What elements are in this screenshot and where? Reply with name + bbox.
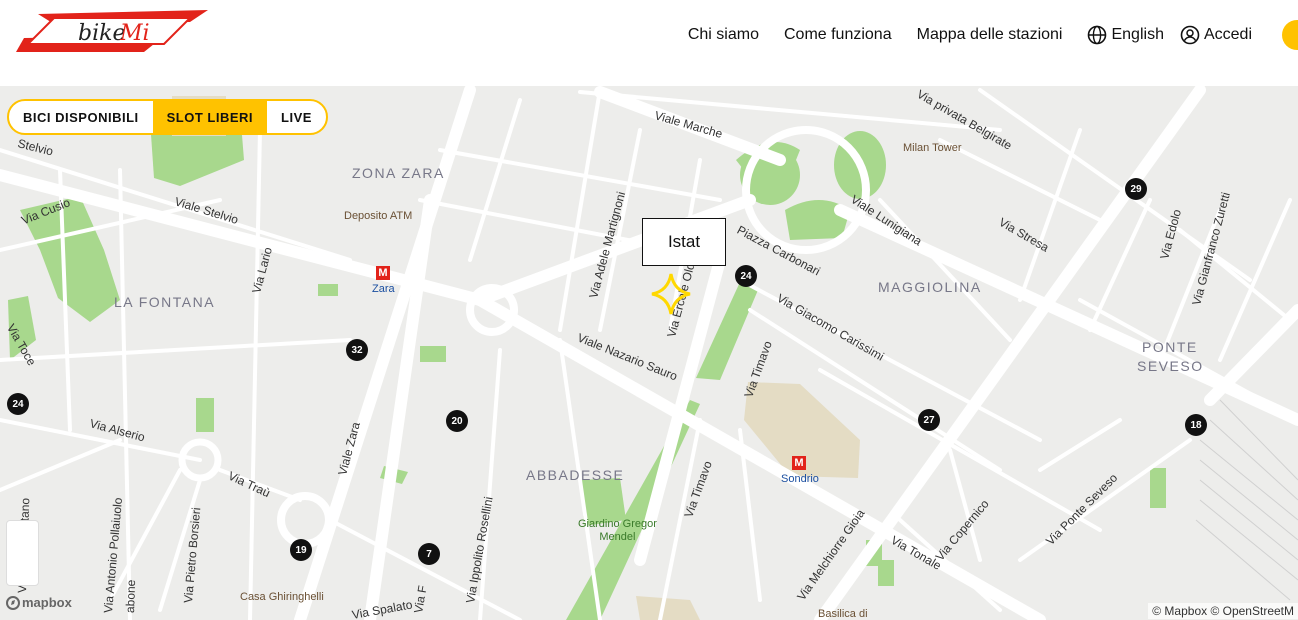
metro-label-zara: Zara (372, 283, 395, 295)
site-header: bike Mi Chi siamo Come funziona Mappa de… (0, 0, 1298, 72)
mapbox-icon (6, 595, 20, 610)
logo-text: bike (78, 21, 125, 46)
metro-label-sondrio: Sondrio (781, 473, 819, 485)
metro-icon: M (376, 266, 390, 280)
sparkle-icon (651, 273, 691, 315)
station-marker[interactable]: 18 (1185, 414, 1207, 436)
map-attribution[interactable]: © Mapbox © OpenStreetM (1148, 603, 1298, 619)
station-marker[interactable]: 19 (290, 539, 312, 561)
area-label: ZONA ZARA (352, 165, 445, 181)
bikemi-logo[interactable]: bike Mi (14, 8, 208, 54)
svg-text:Mi: Mi (119, 21, 150, 46)
station-marker[interactable]: 29 (1125, 178, 1147, 200)
station-marker[interactable]: 24 (7, 393, 29, 415)
toggle-live[interactable]: LIVE (267, 101, 326, 133)
nav-chi-siamo[interactable]: Chi siamo (688, 26, 759, 44)
mapbox-label: mapbox (22, 595, 72, 610)
poi-basilica: Basilica di (818, 608, 868, 620)
location-callout: Istat (642, 218, 726, 266)
poi-ghiringhelli: Casa Ghiringhelli (240, 591, 324, 603)
station-marker[interactable]: 32 (346, 339, 368, 361)
area-label: SEVESO (1137, 358, 1204, 374)
station-marker[interactable]: 24 (735, 265, 757, 287)
language-switch[interactable]: English (1087, 25, 1164, 45)
language-label: English (1111, 26, 1164, 43)
station-marker[interactable]: 20 (446, 410, 468, 432)
globe-icon (1088, 25, 1107, 45)
stations-map[interactable]: ZONA ZARA LA FONTANA MAGGIOLINA PONTE SE… (0, 86, 1298, 620)
area-label: LA FONTANA (114, 294, 216, 310)
cta-button-edge[interactable] (1282, 20, 1298, 50)
user-icon (1180, 25, 1200, 45)
poi-milan-tower: Milan Tower (903, 142, 962, 154)
station-marker[interactable]: 27 (918, 409, 940, 431)
login-label: Accedi (1203, 26, 1252, 43)
login-link[interactable]: Accedi (1180, 25, 1252, 45)
zoom-control[interactable] (6, 520, 39, 586)
nav-mappa-stazioni[interactable]: Mappa delle stazioni (917, 26, 1063, 44)
area-label: PONTE (1142, 339, 1198, 355)
poi-giardino-line1: Giardino Gregor (578, 518, 657, 530)
metro-icon: M (792, 456, 806, 470)
toggle-slot-liberi[interactable]: SLOT LIBERI (152, 101, 268, 133)
station-marker[interactable]: 7 (418, 543, 440, 565)
nav-come-funziona[interactable]: Come funziona (784, 26, 892, 44)
main-nav: Chi siamo Come funziona Mappa delle staz… (688, 20, 1298, 50)
map-mode-toggle: BICI DISPONIBILI SLOT LIBERI LIVE (7, 99, 328, 135)
poi-giardino-line2: Mendel (599, 531, 636, 543)
poi-giardino: Giardino Gregor Mendel (578, 518, 657, 544)
poi-deposito-atm: Deposito ATM (344, 210, 413, 222)
street-label: abone (123, 579, 139, 614)
area-label: MAGGIOLINA (878, 279, 982, 295)
area-label: ABBADESSE (526, 467, 625, 483)
toggle-bici-disponibili[interactable]: BICI DISPONIBILI (9, 101, 153, 133)
mapbox-logo[interactable]: mapbox (6, 595, 72, 610)
